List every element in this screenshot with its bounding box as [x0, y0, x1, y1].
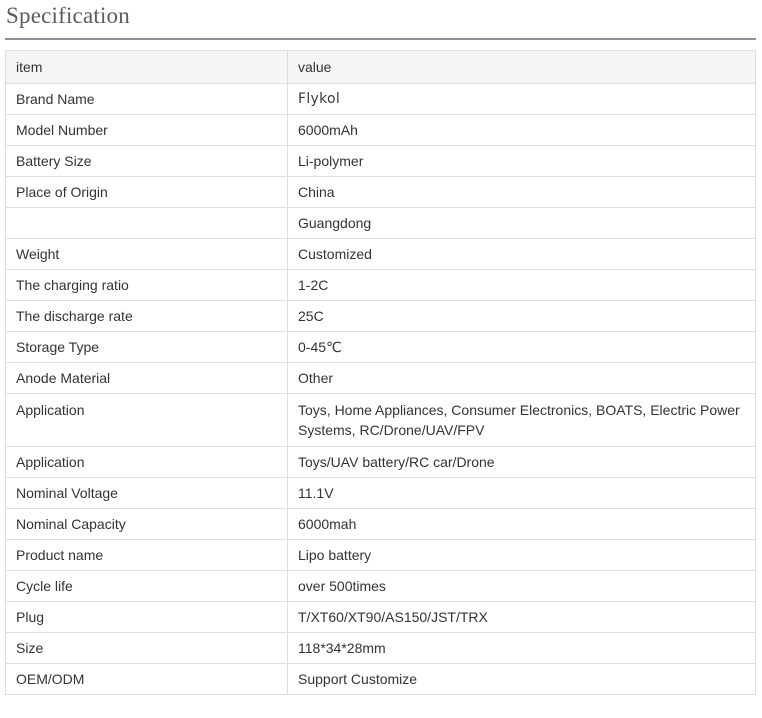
item-cell: Application	[5, 446, 288, 478]
value-cell: 6000mAh	[287, 114, 756, 146]
table-row: Guangdong	[5, 207, 756, 239]
table-row: Size 118*34*28mm	[5, 632, 756, 664]
item-cell: Size	[5, 632, 288, 664]
item-cell: Battery Size	[5, 145, 288, 177]
header-value-cell: value	[287, 50, 756, 84]
table-row: Cycle life over 500times	[5, 570, 756, 602]
header-item-cell: item	[5, 50, 288, 84]
item-cell: Place of Origin	[5, 176, 288, 208]
value-cell: over 500times	[287, 570, 756, 602]
value-cell: Guangdong	[287, 207, 756, 239]
table-row: Plug T/XT60/XT90/AS150/JST/TRX	[5, 601, 756, 633]
value-cell: Toys, Home Appliances, Consumer Electron…	[287, 393, 756, 447]
item-cell: Anode Material	[5, 362, 288, 394]
table-row: Anode Material Other	[5, 362, 756, 394]
value-cell: Lipo battery	[287, 539, 756, 571]
value-cell: Other	[287, 362, 756, 394]
value-cell: Toys/UAV battery/RC car/Drone	[287, 446, 756, 478]
table-row: Weight Customized	[5, 238, 756, 270]
page-title: Specification	[6, 3, 130, 28]
table-row: OEM/ODM Support Customize	[5, 663, 756, 695]
value-cell: 0-45℃	[287, 331, 756, 363]
value-cell: China	[287, 176, 756, 208]
table-row: Application Toys/UAV battery/RC car/Dron…	[5, 446, 756, 478]
table-row: The discharge rate 25C	[5, 300, 756, 332]
value-cell: Customized	[287, 238, 756, 270]
table-header-row: item value	[5, 50, 756, 84]
value-cell: 25C	[287, 300, 756, 332]
value-cell: 1-2C	[287, 269, 756, 301]
item-cell: Model Number	[5, 114, 288, 146]
value-cell: T/XT60/XT90/AS150/JST/TRX	[287, 601, 756, 633]
table-row: Brand Name Flykol	[5, 83, 756, 115]
item-cell: OEM/ODM	[5, 663, 288, 695]
item-cell: Plug	[5, 601, 288, 633]
value-cell: 118*34*28mm	[287, 632, 756, 664]
table-row: Storage Type 0-45℃	[5, 331, 756, 363]
item-cell	[5, 207, 288, 239]
specification-table: item value Brand Name Flykol Model Numbe…	[5, 50, 756, 695]
item-cell: The discharge rate	[5, 300, 288, 332]
item-cell: Cycle life	[5, 570, 288, 602]
table-row: Place of Origin China	[5, 176, 756, 208]
table-row: Product name Lipo battery	[5, 539, 756, 571]
item-cell: Application	[5, 393, 288, 447]
table-row: Application Toys, Home Appliances, Consu…	[5, 393, 756, 447]
heading-divider	[5, 38, 756, 40]
item-cell: Brand Name	[5, 83, 288, 115]
table-row: Model Number 6000mAh	[5, 114, 756, 146]
value-cell: 11.1V	[287, 477, 756, 509]
table-row: Battery Size Li-polymer	[5, 145, 756, 177]
item-cell: Product name	[5, 539, 288, 571]
item-cell: Nominal Voltage	[5, 477, 288, 509]
value-cell: Support Customize	[287, 663, 756, 695]
value-cell: Flykol	[287, 83, 756, 115]
item-cell: The charging ratio	[5, 269, 288, 301]
table-row: Nominal Capacity 6000mah	[5, 508, 756, 540]
item-cell: Nominal Capacity	[5, 508, 288, 540]
item-cell: Weight	[5, 238, 288, 270]
value-cell: Li-polymer	[287, 145, 756, 177]
table-row: The charging ratio 1-2C	[5, 269, 756, 301]
item-cell: Storage Type	[5, 331, 288, 363]
value-cell: 6000mah	[287, 508, 756, 540]
table-row: Nominal Voltage 11.1V	[5, 477, 756, 509]
